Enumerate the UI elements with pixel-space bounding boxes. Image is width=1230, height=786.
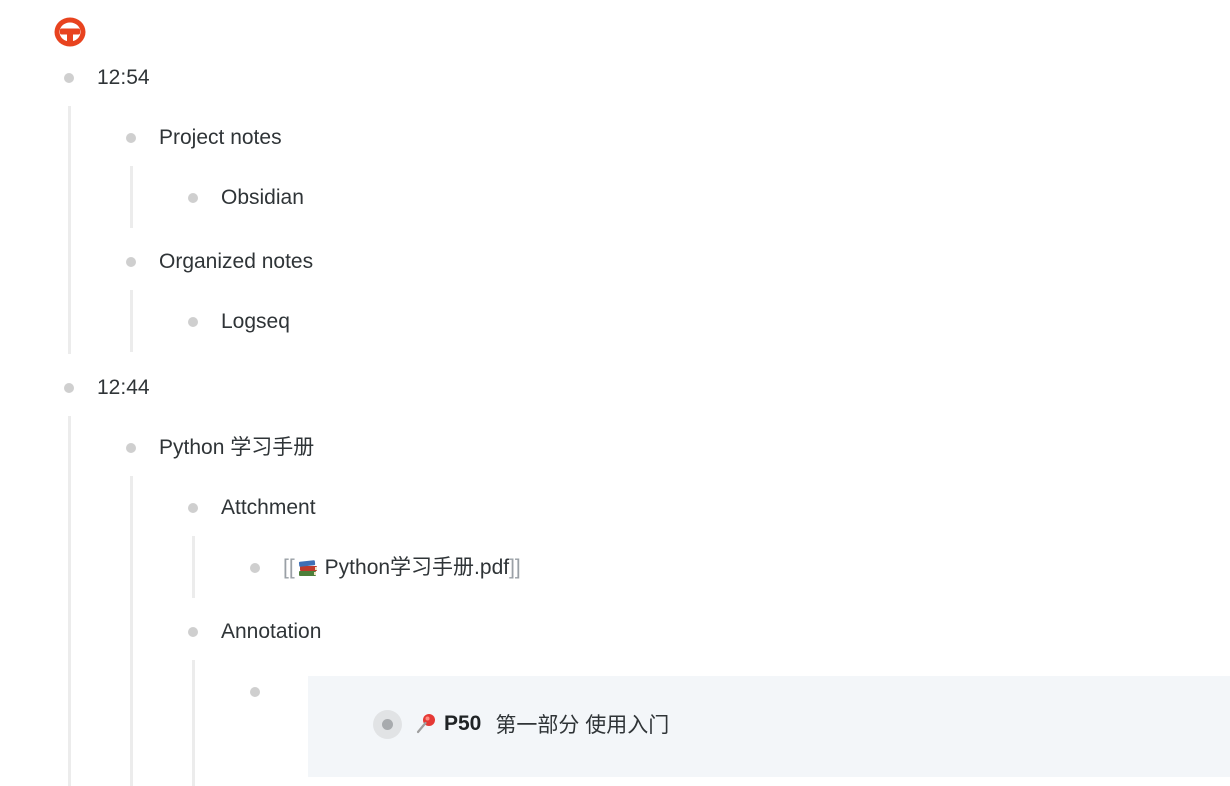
block-text: Project notes (159, 126, 282, 149)
block-text: Obsidian (221, 186, 304, 209)
block-bullet[interactable] (250, 563, 260, 573)
block-obsidian[interactable]: Obsidian (221, 186, 304, 210)
block-bullet[interactable] (126, 443, 136, 453)
indent-guide (130, 290, 133, 352)
pushpin-icon (416, 714, 435, 734)
link-open-brackets: [[ (283, 556, 295, 579)
block-organized-notes[interactable]: Organized notes (159, 250, 313, 274)
link-close-brackets: ]] (509, 556, 521, 579)
annotation-text: 第一部分 使用入门 (495, 714, 670, 737)
block-bullet[interactable] (126, 133, 136, 143)
block-project-notes[interactable]: Project notes (159, 126, 282, 150)
pdf-link-text[interactable]: Python学习手册.pdf (325, 556, 509, 580)
block-text: 12:44 (97, 376, 150, 399)
block-time-1244[interactable]: 12:44 (97, 376, 150, 400)
block-bullet[interactable] (126, 257, 136, 267)
block-time-1254[interactable]: 12:54 (97, 66, 150, 90)
indent-guide (192, 660, 195, 786)
indent-guide (192, 536, 195, 598)
block-text: Organized notes (159, 250, 314, 273)
block-bullet[interactable] (188, 627, 198, 637)
block-bullet[interactable] (188, 193, 198, 203)
block-attachment[interactable]: Attchment (221, 496, 316, 520)
indent-guide (130, 476, 133, 786)
indent-guide (68, 416, 71, 786)
block-python-handbook[interactable]: Python 学习手册 (159, 436, 314, 460)
block-text: Attchment (221, 496, 316, 519)
block-logseq[interactable]: Logseq (221, 310, 290, 334)
block-text: Python 学习手册 (159, 436, 315, 459)
annotation-bullet-dot (382, 719, 393, 730)
indent-guide (68, 106, 71, 354)
block-bullet[interactable] (64, 73, 74, 83)
app-logo-icon[interactable] (52, 15, 88, 49)
block-text: Logseq (221, 310, 290, 333)
block-bullet[interactable] (64, 383, 74, 393)
annotation-line[interactable]: P50 第一部分 使用入门 (414, 710, 669, 738)
block-text: 12:54 (97, 66, 150, 89)
books-icon (298, 560, 317, 576)
annotation-bullet[interactable] (373, 710, 402, 739)
annotation-page-ref[interactable]: P50 (444, 712, 481, 736)
journal-page: 12:54 Project notes Obsidian Organized n… (0, 0, 1230, 786)
block-bullet[interactable] (188, 503, 198, 513)
block-pdf-link[interactable]: [[ Python学习手册.pdf ]] (283, 556, 521, 580)
block-text: Annotation (221, 620, 322, 643)
block-annotation[interactable]: Annotation (221, 620, 321, 644)
block-bullet[interactable] (250, 687, 260, 697)
block-bullet[interactable] (188, 317, 198, 327)
indent-guide (130, 166, 133, 228)
